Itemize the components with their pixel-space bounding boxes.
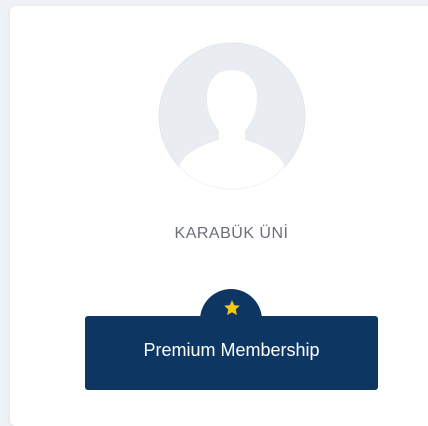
membership-label: Premium Membership [143, 340, 320, 360]
organization-name: KARABÜK ÜNİ [174, 225, 289, 242]
avatar [158, 42, 306, 190]
badge-tab [200, 289, 262, 345]
premium-membership-badge[interactable]: Premium Membership [85, 289, 378, 390]
user-silhouette-icon [158, 42, 306, 190]
profile-card: KARABÜK ÜNİ Premium Membership [10, 6, 428, 426]
star-icon [224, 300, 240, 315]
